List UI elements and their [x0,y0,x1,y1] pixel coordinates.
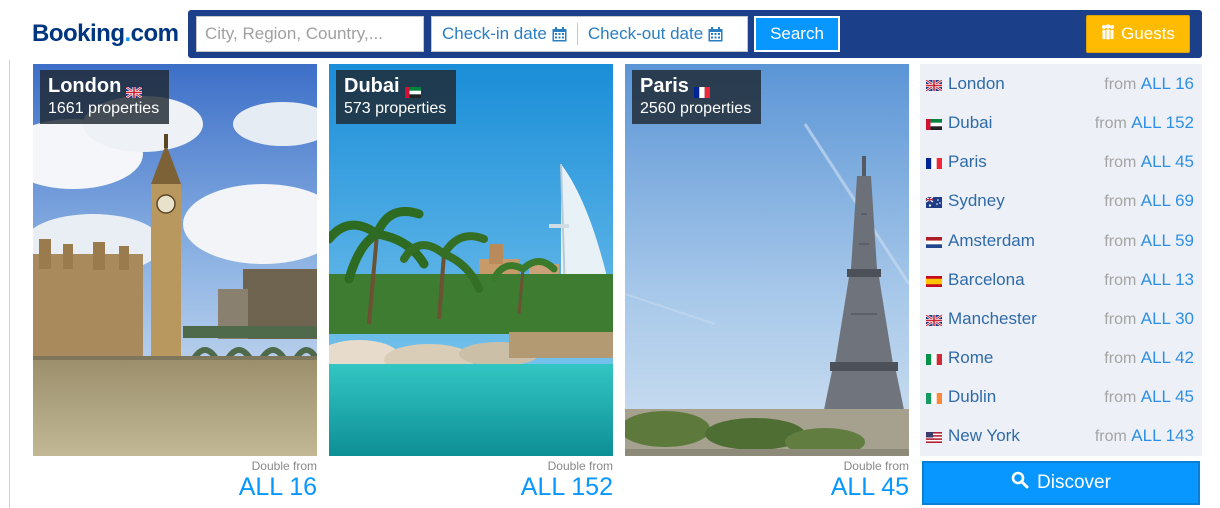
destination-price: from ALL 69 [1104,190,1194,210]
price-value[interactable]: ALL 152 [329,473,613,501]
date-range-picker: Check-in date Check-out date [431,16,748,52]
destination-price: from ALL 13 [1104,269,1194,289]
uae-flag-icon [926,117,942,130]
logo-tld: com [130,20,179,47]
destination-price: from ALL 143 [1094,425,1194,445]
card-city-name: Dubai [344,75,400,97]
list-item-paris[interactable]: Paris from ALL 45 [920,142,1202,181]
card-price-dubai: Double from ALL 152 [329,459,613,502]
list-item-london[interactable]: London from ALL 16 [920,64,1202,103]
card-price-paris: Double from ALL 45 [625,459,909,502]
destination-price: from ALL 45 [1104,151,1194,171]
destination-list: London from ALL 16 Dubai from ALL 152 Pa… [920,64,1202,456]
checkout-date-field[interactable]: Check-out date [578,17,733,51]
list-item-new-york[interactable]: New York from ALL 143 [920,416,1202,455]
destination-name: New York [948,425,1020,445]
list-item-rome[interactable]: Rome from ALL 42 [920,338,1202,377]
destination-name: Barcelona [948,269,1025,289]
italy-flag-icon [926,352,942,365]
booking-widget: Booking.com Check-in date Check-out date [0,0,1220,508]
destination-name: Manchester [948,308,1037,328]
price-value[interactable]: ALL 45 [625,473,909,501]
destination-name: Sydney [948,190,1005,210]
card-city-name: Paris [640,75,689,97]
destination-name: Rome [948,347,994,367]
spain-flag-icon [926,274,942,287]
search-button[interactable]: Search [754,16,840,52]
list-item-dublin[interactable]: Dublin from ALL 45 [920,377,1202,416]
price-caption: Double from [547,459,613,473]
list-item-sydney[interactable]: Sydney from ALL 69 [920,181,1202,220]
usa-flag-icon [926,430,942,443]
calendar-icon [552,26,567,42]
card-label-paris: Paris 2560 properties [632,70,762,124]
checkout-date-label: Check-out date [587,24,704,43]
discover-button[interactable]: Discover [922,461,1200,505]
uae-flag-icon [404,81,421,98]
checkin-date-field[interactable]: Check-in date [432,17,577,51]
page-edge-divider [9,60,10,508]
destination-price: from ALL 59 [1104,230,1194,250]
card-price-london: Double from ALL 16 [33,459,317,502]
uk-flag-icon [925,78,943,92]
uk-flag-icon [125,81,143,99]
destination-name: Dublin [948,386,997,406]
search-bar: Check-in date Check-out date Search [188,10,1202,58]
destination-price: from ALL 45 [1104,386,1194,406]
booking-logo[interactable]: Booking.com [32,20,179,48]
destination-card-dubai[interactable]: Dubai 573 properties [329,64,613,456]
logo-brand: Booking [32,20,125,47]
search-header: Booking.com Check-in date Check-out date [28,10,1202,58]
checkin-date-label: Check-in date [442,24,547,43]
destination-card-london[interactable]: London 1661 properties [33,64,317,456]
price-caption: Double from [843,459,909,473]
city-search-input[interactable] [196,16,424,52]
destination-price: from ALL 42 [1104,347,1194,367]
france-flag-icon [926,156,942,169]
list-item-barcelona[interactable]: Barcelona from ALL 13 [920,260,1202,299]
guests-button[interactable]: Guests [1086,15,1190,53]
card-city-name: London [48,75,122,97]
card-property-count: 1661 properties [48,100,160,117]
guests-icon [1101,23,1115,45]
price-value[interactable]: ALL 16 [33,473,317,501]
destination-name: Paris [948,151,987,171]
netherlands-flag-icon [926,235,942,248]
destination-price: from ALL 152 [1094,112,1194,132]
france-flag-icon [693,81,710,98]
destination-name: Amsterdam [948,230,1035,250]
australia-flag-icon [925,195,942,208]
price-caption: Double from [251,459,317,473]
list-item-amsterdam[interactable]: Amsterdam from ALL 59 [920,221,1202,260]
card-property-count: 573 properties [344,100,447,117]
destination-name: Dubai [948,112,993,132]
destination-card-paris[interactable]: Paris 2560 properties [625,64,909,456]
card-label-london: London 1661 properties [40,70,170,124]
uk-flag-icon [925,313,943,327]
discover-label: Discover [1037,472,1111,493]
card-property-count: 2560 properties [640,100,752,117]
list-item-dubai[interactable]: Dubai from ALL 152 [920,103,1202,142]
destination-price: from ALL 30 [1104,308,1194,328]
ireland-flag-icon [926,391,942,404]
calendar-icon [708,26,723,42]
search-icon [1011,471,1029,495]
destination-name: London [948,73,1005,93]
destination-price: from ALL 16 [1104,73,1194,93]
list-item-manchester[interactable]: Manchester from ALL 30 [920,299,1202,338]
card-label-dubai: Dubai 573 properties [336,70,457,124]
guests-label: Guests [1121,24,1175,43]
